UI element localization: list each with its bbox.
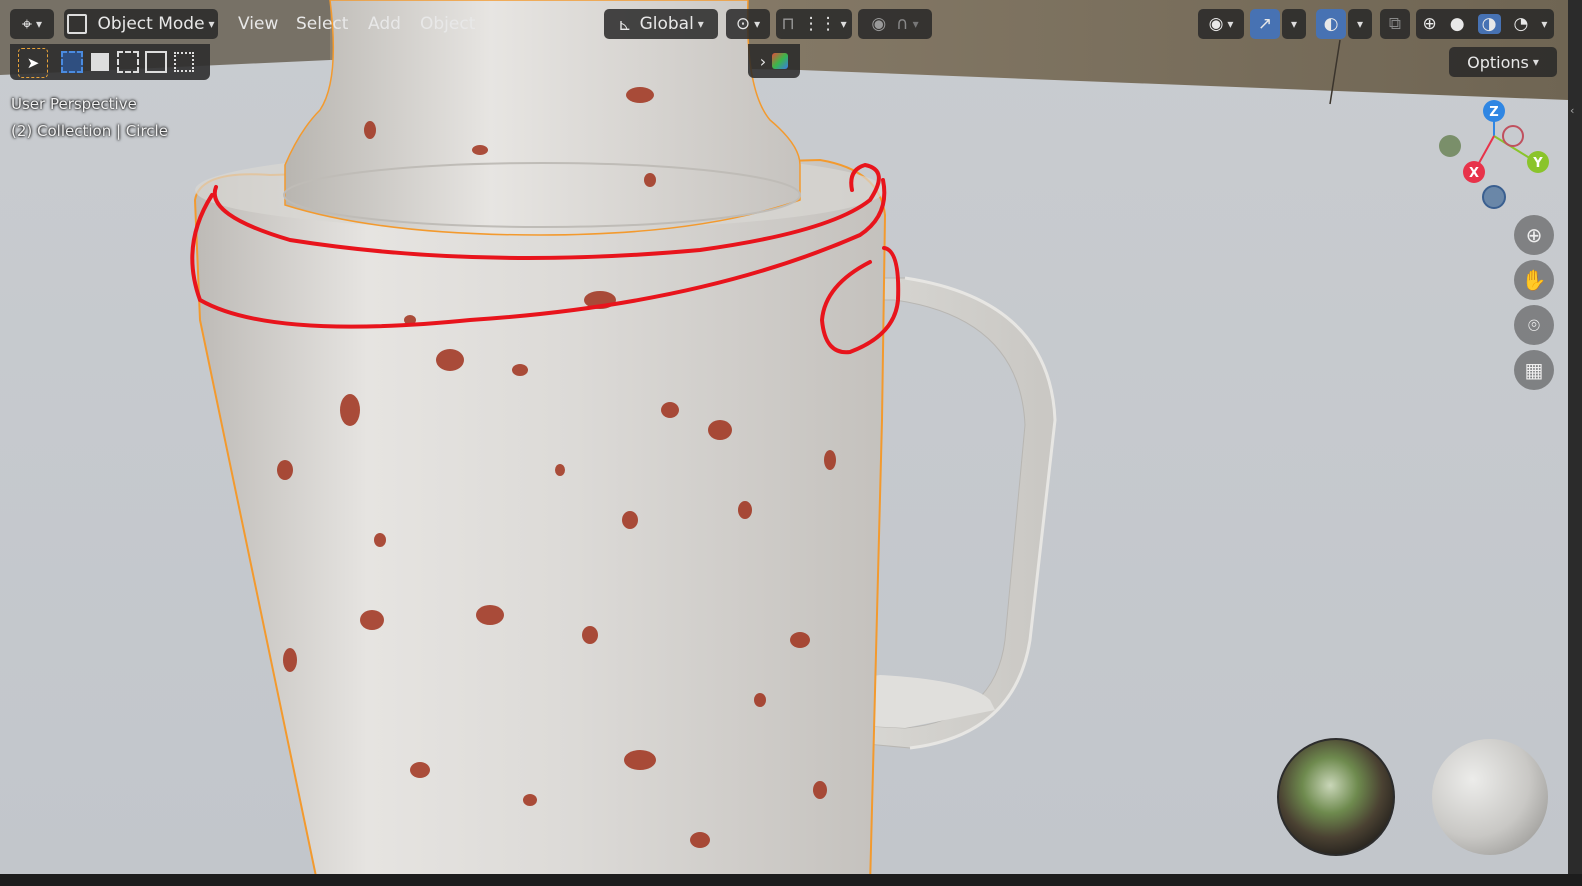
cursor-arrow-icon: ➤ [26, 54, 40, 72]
x-axis-label: X [1469, 166, 1479, 181]
transform-orientation-dropdown[interactable]: ⊾ Global ▾ [604, 9, 718, 39]
status-bar [0, 874, 1582, 886]
sidebar-edge[interactable]: ‹ [1568, 0, 1582, 886]
proportional-edit-icon: ◉ [871, 14, 887, 34]
rendered-shading-icon[interactable]: ◔ [1514, 14, 1529, 34]
orientation-icon: ⊾ [618, 14, 632, 34]
shading-dropdown[interactable]: ▾ [1541, 17, 1547, 31]
neg-z-axis-handle [1482, 185, 1506, 209]
snap-increment-icon: ⋮⋮ [802, 14, 837, 34]
overlays-dropdown[interactable]: ▾ [1348, 9, 1372, 39]
editor-type-button[interactable]: ⌖ ▾ [10, 9, 54, 39]
material-preview-sphere [1432, 739, 1548, 855]
pivot-icon: ⊙ [735, 14, 751, 34]
perspective-label: User Perspective [11, 95, 137, 113]
select-intersect-icon [174, 52, 194, 72]
zoom-icon: ⊕ [1525, 223, 1543, 247]
zoom-button[interactable]: ⊕ [1514, 215, 1554, 255]
grid-icon: ▦ [1524, 358, 1544, 382]
mode-dropdown[interactable]: Object Mode ▾ [64, 9, 218, 39]
gizmo-toggle[interactable]: ↗ [1250, 9, 1280, 39]
3d-viewport[interactable]: ⌖ ▾ Object Mode ▾ View Select Add Object ⊾… [0, 0, 1582, 886]
y-axis-label: Y [1532, 156, 1543, 171]
snapping-controls[interactable]: ⊓ ⋮⋮ ▾ [776, 9, 852, 39]
select-invert-button[interactable] [142, 48, 170, 76]
gizmo-icon: ↗ [1257, 14, 1273, 34]
shading-mode-group: ⊕ ● ◑ ◔ ▾ [1416, 9, 1554, 39]
toggle-projection-button[interactable]: ▦ [1514, 350, 1554, 390]
color-cube-icon [772, 53, 789, 69]
solid-shading-icon[interactable]: ● [1450, 14, 1465, 34]
editor-type-icon: ⌖ [21, 13, 33, 35]
camera-icon: ⌾ [1528, 313, 1540, 337]
overlays-icon: ◐ [1323, 14, 1339, 34]
falloff-icon: ∩ [896, 14, 909, 34]
options-dropdown[interactable]: Options ▾ [1449, 47, 1557, 77]
pan-hand-icon: ✋ [1521, 268, 1547, 292]
pan-button[interactable]: ✋ [1514, 260, 1554, 300]
menu-view[interactable]: View [232, 9, 284, 39]
select-extend-icon [91, 53, 109, 71]
select-subtract-button[interactable] [114, 48, 142, 76]
neg-x-axis-handle [1502, 125, 1524, 147]
pivot-point-dropdown[interactable]: ⊙ ▾ [726, 9, 770, 39]
select-subtract-icon [117, 51, 139, 73]
viewport-scene [0, 0, 1582, 886]
select-invert-icon [145, 51, 167, 73]
select-new-icon [61, 51, 83, 73]
xray-toggle[interactable]: ⧉ [1380, 9, 1410, 39]
xray-icon: ⧉ [1388, 14, 1402, 34]
object-mode-icon [67, 14, 88, 34]
menu-add[interactable]: Add [362, 9, 407, 39]
neg-y-axis-handle [1439, 135, 1461, 157]
options-label: Options [1467, 52, 1529, 72]
collection-label: (2) Collection | Circle [11, 122, 168, 140]
asset-shelf-toggle[interactable]: › [748, 44, 800, 78]
navigation-gizmo[interactable]: Z Y X [1430, 96, 1560, 214]
viewport-header: ⌖ ▾ Object Mode ▾ View Select Add Object ⊾… [0, 4, 1568, 44]
material-preview-shading-icon[interactable]: ◑ [1477, 14, 1501, 34]
gizmo-dropdown[interactable]: ▾ [1282, 9, 1306, 39]
select-tool-button[interactable]: ➤ [18, 48, 48, 78]
chevron-right-icon: › [759, 51, 767, 71]
wireframe-shading-icon[interactable]: ⊕ [1423, 14, 1437, 34]
mode-label: Object Mode [97, 14, 205, 34]
hdri-preview-sphere [1277, 738, 1395, 856]
tool-settings-bar: ➤ [10, 44, 210, 80]
select-extend-button[interactable] [86, 48, 114, 76]
snap-icon: ⊓ [781, 14, 795, 34]
orientation-label: Global [639, 14, 694, 34]
overlays-toggle[interactable]: ◐ [1316, 9, 1346, 39]
menu-object[interactable]: Object [414, 9, 481, 39]
z-axis-label: Z [1489, 105, 1498, 120]
chevron-left-icon: ‹ [1570, 104, 1575, 117]
camera-view-button[interactable]: ⌾ [1514, 305, 1554, 345]
proportional-editing-controls[interactable]: ◉ ∩ ▾ [858, 9, 932, 39]
select-intersect-button[interactable] [170, 48, 198, 76]
select-new-button[interactable] [58, 48, 86, 76]
eye-icon: ◉ [1208, 14, 1224, 34]
visibility-dropdown[interactable]: ◉ ▾ [1198, 9, 1244, 39]
menu-select[interactable]: Select [290, 9, 354, 39]
